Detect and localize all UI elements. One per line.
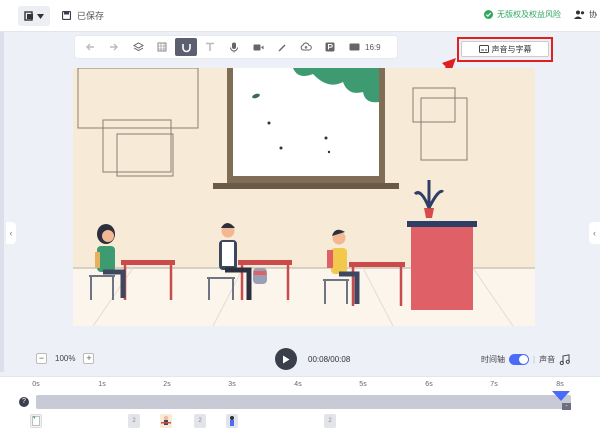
scene-thumbnail[interactable]: [226, 414, 238, 428]
file-icon: [24, 11, 33, 21]
tick-label: 6s: [425, 381, 433, 388]
track-end-button[interactable]: -: [562, 403, 571, 410]
check-circle-icon: [484, 10, 493, 19]
zoom-level: 100%: [55, 354, 76, 363]
chevron-left-icon: ‹: [9, 228, 13, 238]
microphone-icon: [230, 42, 238, 52]
magnet-icon: [181, 43, 191, 52]
person-icon: [230, 416, 234, 426]
play-button[interactable]: [275, 348, 297, 370]
redo-button[interactable]: [103, 38, 125, 56]
microphone-button[interactable]: [223, 38, 245, 56]
aspect-ratio-label: 16:9: [365, 42, 381, 52]
scene-thumbnail[interactable]: [160, 414, 172, 428]
zoom-in-button[interactable]: +: [83, 353, 95, 364]
collab-label: 协: [589, 10, 597, 19]
text-button[interactable]: [199, 38, 221, 56]
collapse-left-button[interactable]: ‹: [6, 222, 16, 244]
pen-icon: [278, 44, 286, 52]
tick-label: 0s: [32, 381, 40, 388]
timeline-toggle[interactable]: [509, 354, 529, 365]
layers-icon: [132, 41, 144, 51]
document-icon: [32, 416, 40, 426]
grid-icon: [157, 42, 167, 52]
play-icon: [283, 355, 290, 363]
left-panel-edge: [0, 32, 4, 372]
magnet-button[interactable]: [175, 38, 197, 56]
layers-button[interactable]: [127, 38, 149, 56]
upload-button[interactable]: [295, 38, 317, 56]
pen-button[interactable]: [271, 38, 293, 56]
zoom-controls: − 100% +: [36, 353, 95, 364]
highlight-box: [457, 37, 553, 62]
cloud-upload-icon: [300, 42, 312, 51]
tick-label: 7s: [490, 381, 498, 388]
tick-label: 3s: [228, 381, 236, 388]
sound-label: 声音: [539, 355, 556, 364]
save-status: 已保存: [62, 9, 104, 22]
playhead-marker[interactable]: [552, 391, 570, 401]
scene-thumbnail[interactable]: 2: [128, 414, 140, 428]
save-icon: [62, 11, 71, 20]
scene-thumbnails: 2 2 2: [0, 414, 600, 433]
tick-label: 8s: [556, 381, 564, 388]
time-ruler: 0s 1s 2s 3s 4s 5s 6s 7s 8s: [0, 377, 600, 391]
timeline-options: 时间轴 | 声音: [481, 354, 570, 365]
arrow-right-icon: [110, 43, 118, 51]
collaboration-button[interactable]: 协: [574, 9, 597, 20]
timeline-toggle-label: 时间轴: [481, 355, 505, 364]
tick-label: 2s: [163, 381, 171, 388]
grid-button[interactable]: [151, 38, 173, 56]
scene-thumbnail[interactable]: [30, 414, 42, 428]
classroom-scene: [73, 68, 535, 326]
tick-label: 5s: [359, 381, 367, 388]
person-icon: [161, 416, 171, 425]
playback-time: 00:08/00:08: [308, 355, 351, 364]
arrow-left-icon: [86, 43, 94, 51]
chevron-left-icon: ‹: [593, 228, 596, 238]
users-icon: [574, 10, 585, 19]
scene-thumbnail[interactable]: 2: [324, 414, 336, 428]
edit-toolbar: 16:9: [75, 36, 397, 58]
divider: |: [533, 355, 536, 364]
aspect-ratio-button[interactable]: [343, 38, 365, 56]
screen-icon: [349, 43, 359, 51]
text-icon: [206, 42, 214, 51]
camera-button[interactable]: [247, 38, 269, 56]
tick-label: 1s: [98, 381, 106, 388]
collapse-right-button[interactable]: ‹: [589, 222, 600, 244]
saved-label: 已保存: [77, 11, 105, 21]
copyright-label: 无版权及权益风险: [497, 10, 561, 19]
chevron-down-icon: [37, 13, 44, 19]
undo-button[interactable]: [79, 38, 101, 56]
file-menu-button[interactable]: [18, 6, 50, 26]
parking-button[interactable]: [319, 38, 341, 56]
video-camera-icon: [253, 44, 263, 50]
top-bar: 已保存 无版权及权益风险 协: [0, 0, 600, 32]
music-note-icon[interactable]: [559, 354, 570, 365]
zoom-out-button[interactable]: −: [36, 353, 47, 364]
copyright-status[interactable]: 无版权及权益风险: [484, 9, 561, 20]
timeline-track[interactable]: [36, 395, 571, 409]
p-badge-icon: [325, 42, 335, 52]
help-icon[interactable]: ?: [19, 397, 29, 407]
scene-thumbnail[interactable]: 2: [194, 414, 206, 428]
timeline-panel: 0s 1s 2s 3s 4s 5s 6s 7s 8s ? - 2 2 2: [0, 376, 600, 433]
scene-canvas[interactable]: [73, 68, 535, 326]
tick-label: 4s: [294, 381, 302, 388]
